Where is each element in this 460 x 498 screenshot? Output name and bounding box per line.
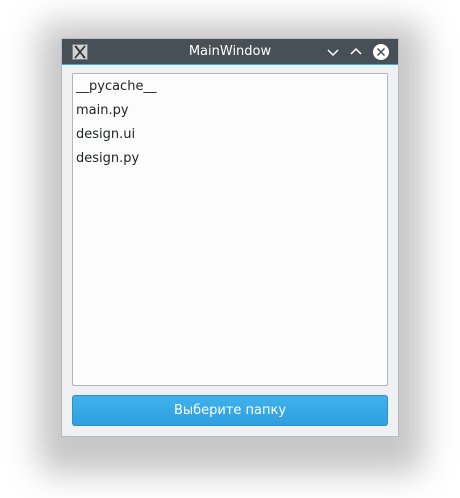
title-bar[interactable]: MainWindow	[62, 39, 398, 64]
main-window: MainWindow __pycache__ main.py design.ui…	[61, 38, 399, 437]
window-title: MainWindow	[188, 44, 272, 59]
file-list[interactable]: __pycache__ main.py design.ui design.py	[72, 73, 388, 386]
list-item[interactable]: main.py	[76, 99, 129, 123]
chevron-down-icon	[327, 49, 339, 57]
title-bar-accent-line	[62, 64, 398, 65]
list-item[interactable]: design.ui	[76, 123, 135, 147]
list-item[interactable]: design.py	[76, 147, 139, 171]
close-button[interactable]	[372, 43, 390, 61]
minimize-button[interactable]	[324, 43, 342, 61]
maximize-button[interactable]	[347, 43, 365, 61]
close-circle-icon	[373, 44, 389, 60]
choose-folder-button[interactable]: Выберите папку	[72, 395, 388, 426]
list-item[interactable]: __pycache__	[76, 75, 156, 99]
chevron-up-icon	[350, 47, 362, 55]
x11-app-icon[interactable]	[72, 44, 88, 60]
